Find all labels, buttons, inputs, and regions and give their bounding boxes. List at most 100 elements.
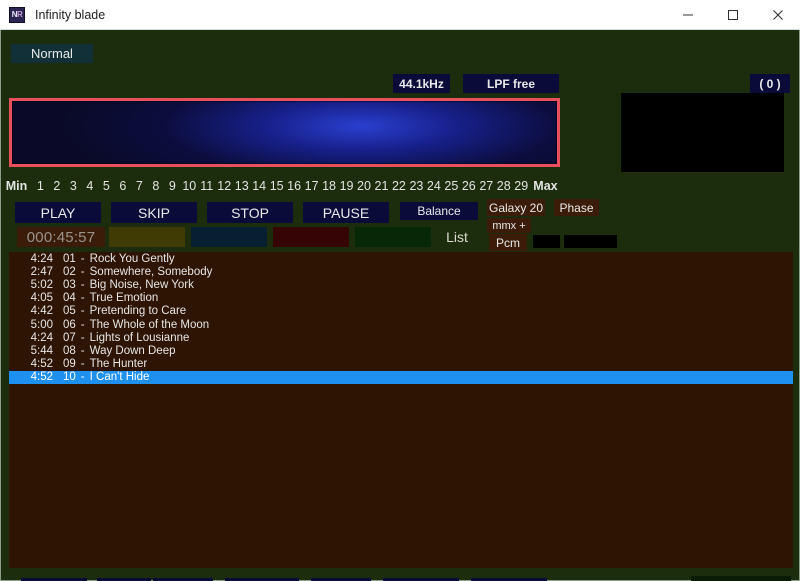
scale-tick: 9 bbox=[168, 179, 176, 193]
track-title: The Hunter bbox=[89, 358, 148, 371]
track-row[interactable]: 4:05 04- True Emotion bbox=[9, 292, 793, 305]
time-display: 000:45:57 bbox=[17, 227, 105, 247]
lpf-button[interactable]: LPF free bbox=[463, 74, 559, 93]
track-duration: 4:42 bbox=[30, 305, 53, 318]
meter-red[interactable] bbox=[273, 227, 349, 247]
scale-tick: 20 bbox=[357, 179, 371, 193]
scale-tick: 16 bbox=[287, 179, 302, 193]
track-duration: 5:00 bbox=[30, 318, 53, 331]
counter-button[interactable]: ( 0 ) bbox=[750, 74, 790, 93]
track-duration: 4:52 bbox=[30, 358, 53, 371]
meter-blue[interactable] bbox=[191, 227, 267, 247]
samplerate-button[interactable]: 44.1kHz bbox=[393, 74, 450, 93]
track-separator: - bbox=[80, 371, 85, 384]
scale-tick: 1 bbox=[36, 179, 44, 193]
scale-tick: 4 bbox=[86, 179, 94, 193]
scale-tick: 8 bbox=[152, 179, 160, 193]
scale-tick: 22 bbox=[391, 179, 406, 193]
track-duration: 4:05 bbox=[30, 292, 53, 305]
track-duration: 5:02 bbox=[30, 278, 53, 291]
level-scale[interactable]: Min 1 2 3 4 5 6 7 8 9 10 11 12 13 14 15 16 17 18 19 20 21 22 23… bbox=[1, 177, 561, 195]
track-number: 05 bbox=[63, 305, 76, 318]
app-icon-letter-r: R bbox=[17, 9, 23, 19]
track-number: 01 bbox=[63, 252, 76, 265]
scale-tick: 3 bbox=[69, 179, 77, 193]
track-title: I Can't Hide bbox=[89, 371, 150, 384]
track-row[interactable]: 2:47 02- Somewhere, Somebody bbox=[9, 265, 793, 278]
track-duration: 5:44 bbox=[30, 344, 53, 357]
track-title: Lights of Lousianne bbox=[89, 331, 190, 344]
track-duration: 4:24 bbox=[30, 331, 53, 344]
spectrum-display[interactable] bbox=[9, 98, 560, 167]
track-separator: - bbox=[80, 278, 85, 291]
track-separator: - bbox=[80, 344, 85, 357]
oscilloscope-display[interactable] bbox=[621, 93, 784, 172]
track-row[interactable]: 5:02 03- Big Noise, New York bbox=[9, 278, 793, 291]
player-body: Normal 44.1kHz LPF free ( 0 ) Min 1 2 3 4 5 6 7… bbox=[0, 30, 800, 581]
track-title: The Whole of the Moon bbox=[89, 318, 210, 331]
scale-tick: 19 bbox=[339, 179, 354, 193]
mode-button-normal[interactable]: Normal bbox=[11, 44, 93, 63]
track-row[interactable]: 5:00 06- The Whole of the Moon bbox=[9, 318, 793, 331]
track-title: Pretending to Care bbox=[89, 305, 187, 318]
minimize-icon[interactable] bbox=[665, 0, 710, 30]
track-number: 09 bbox=[63, 358, 76, 371]
scale-tick: 25 bbox=[444, 179, 459, 193]
maximize-icon[interactable] bbox=[710, 0, 755, 30]
scale-tick: 13 bbox=[234, 179, 249, 193]
window-title: Infinity blade bbox=[35, 7, 106, 22]
balance-button[interactable]: Balance bbox=[400, 202, 478, 220]
track-duration: 2:47 bbox=[30, 265, 53, 278]
track-number: 07 bbox=[63, 331, 76, 344]
scale-tick: 27 bbox=[479, 179, 494, 193]
track-separator: - bbox=[80, 331, 85, 344]
scale-tick: 18 bbox=[322, 179, 336, 193]
track-number: 08 bbox=[63, 344, 76, 357]
meter-green[interactable] bbox=[355, 227, 431, 247]
pause-button[interactable]: PAUSE bbox=[303, 202, 389, 223]
galaxy-button[interactable]: Galaxy 20 bbox=[487, 199, 545, 216]
track-separator: - bbox=[80, 265, 85, 278]
scale-tick: 17 bbox=[304, 179, 319, 193]
track-duration: 4:24 bbox=[30, 252, 53, 265]
scale-tick: 21 bbox=[374, 179, 389, 193]
pcm-button[interactable]: Pcm bbox=[489, 234, 527, 251]
list-button[interactable]: List bbox=[437, 227, 477, 247]
track-title: True Emotion bbox=[89, 292, 159, 305]
track-number: 10 bbox=[63, 371, 76, 384]
pcm-indicator-large bbox=[564, 235, 617, 248]
scale-tick: 5 bbox=[102, 179, 110, 193]
skip-button[interactable]: SKIP bbox=[111, 202, 197, 223]
meter-yellow[interactable] bbox=[109, 227, 185, 247]
track-row[interactable]: 4:42 05- Pretending to Care bbox=[9, 305, 793, 318]
scale-tick: 15 bbox=[269, 179, 284, 193]
track-row[interactable]: 4:52 10- I Can't Hide bbox=[9, 370, 793, 384]
scale-tick: 12 bbox=[217, 179, 232, 193]
track-row[interactable]: 5:44 08- Way Down Deep bbox=[9, 344, 793, 357]
scale-min-label: Min bbox=[5, 179, 28, 193]
track-title: Way Down Deep bbox=[89, 344, 176, 357]
track-title: Rock You Gently bbox=[89, 252, 175, 265]
scale-tick: 11 bbox=[200, 179, 214, 193]
track-number: 02 bbox=[63, 265, 76, 278]
close-icon[interactable] bbox=[755, 0, 800, 30]
stop-button[interactable]: STOP bbox=[207, 202, 293, 223]
play-button[interactable]: PLAY bbox=[15, 202, 101, 223]
scale-tick: 26 bbox=[461, 179, 476, 193]
scale-tick: 10 bbox=[182, 179, 197, 193]
track-separator: - bbox=[80, 292, 85, 305]
track-row[interactable]: 4:24 01- Rock You Gently bbox=[9, 252, 793, 265]
asio-button[interactable]: ASIO bbox=[691, 576, 791, 581]
app-icon: NR bbox=[9, 6, 25, 23]
track-row[interactable]: 4:52 09- The Hunter bbox=[9, 358, 793, 371]
playlist[interactable]: 4:24 01- Rock You Gently 2:47 02- Somewhere, … bbox=[9, 252, 793, 568]
phase-button[interactable]: Phase bbox=[554, 199, 599, 216]
track-row[interactable]: 4:24 07- Lights of Lousianne bbox=[9, 331, 793, 344]
title-bar: NR Infinity blade bbox=[0, 0, 800, 30]
mmx-button[interactable]: mmx + bbox=[487, 218, 531, 233]
scale-tick: 29 bbox=[514, 179, 529, 193]
track-duration: 4:52 bbox=[30, 371, 53, 384]
window-controls bbox=[665, 0, 800, 30]
track-title: Somewhere, Somebody bbox=[89, 265, 213, 278]
scale-tick: 7 bbox=[135, 179, 143, 193]
